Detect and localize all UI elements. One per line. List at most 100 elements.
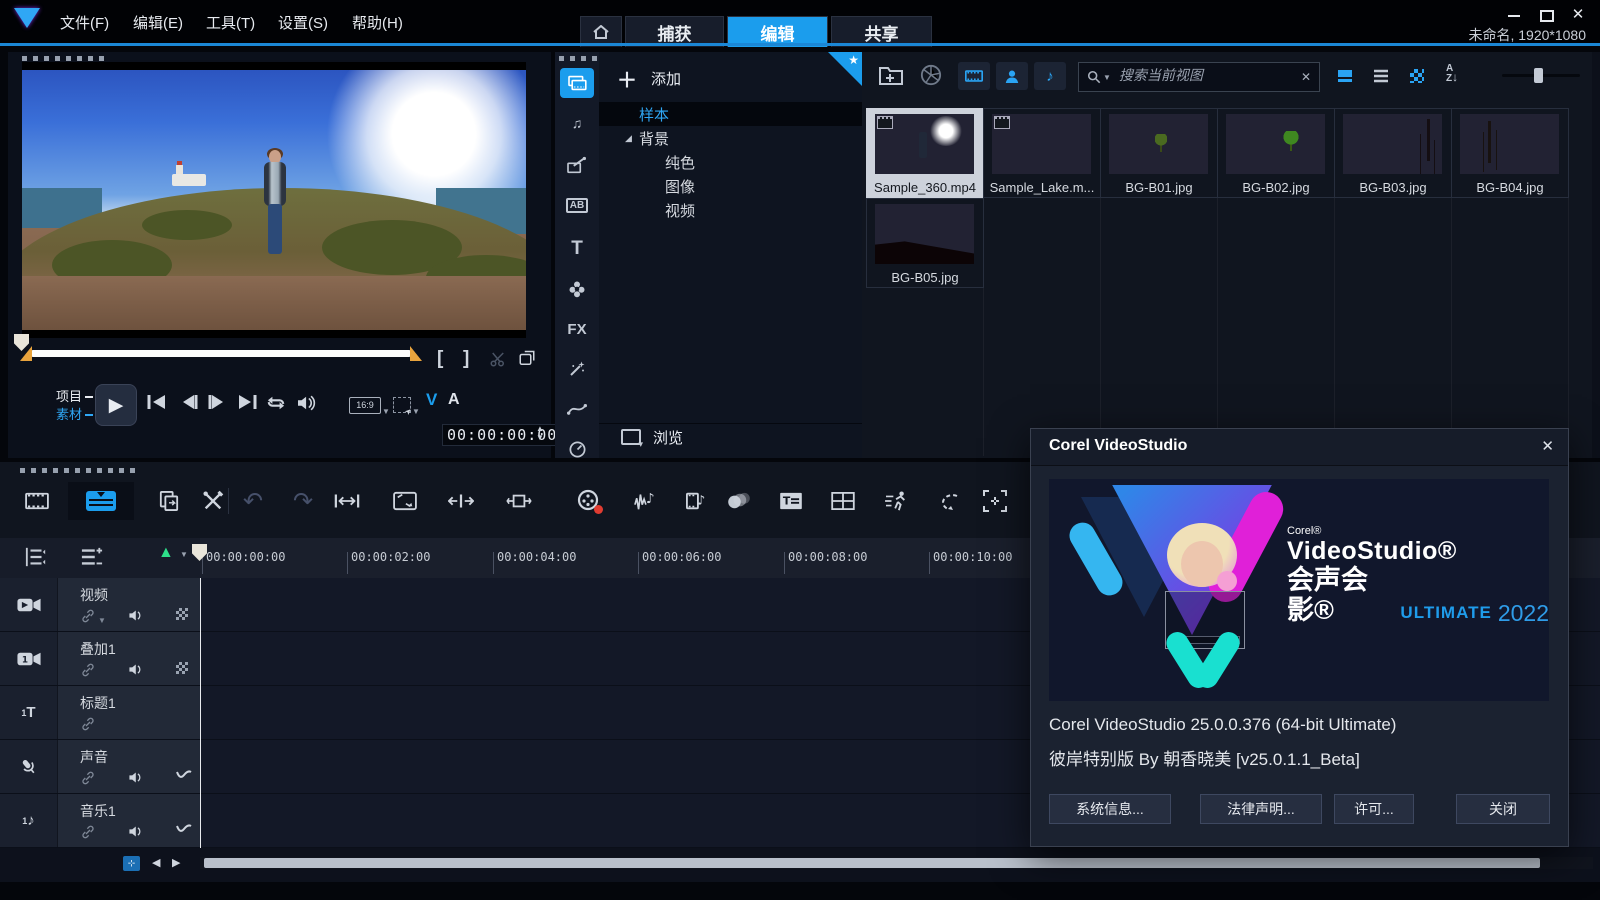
chevron-down-icon[interactable]: ▼: [412, 407, 420, 416]
preview-video[interactable]: [22, 62, 526, 338]
media-item[interactable]: BG-B05.jpg: [866, 198, 984, 288]
record-options-icon[interactable]: [576, 488, 602, 514]
duplicate-icon[interactable]: [156, 488, 182, 514]
filter-video-button[interactable]: [958, 62, 990, 90]
tree-item-video[interactable]: 视频: [599, 198, 862, 222]
browse-row[interactable]: 浏览: [599, 423, 862, 450]
sort-icon[interactable]: AZ↓: [1446, 64, 1458, 83]
scrubber-playhead[interactable]: [14, 334, 29, 351]
import-folder-icon[interactable]: [878, 64, 904, 86]
maximize-icon[interactable]: [1538, 8, 1554, 22]
lasso-selection-icon[interactable]: [936, 488, 962, 514]
voice-track-icon[interactable]: [0, 740, 57, 793]
selection-tool[interactable]: [393, 397, 411, 413]
scroll-left-icon[interactable]: ◀: [152, 856, 160, 869]
tree-item-image[interactable]: 图像: [599, 174, 862, 198]
next-frame-icon[interactable]: [206, 394, 228, 410]
chevron-down-icon[interactable]: ▼: [180, 550, 188, 559]
sound-mixer-icon[interactable]: ♪: [632, 488, 658, 514]
search-input[interactable]: [1117, 68, 1301, 86]
title-track-icon[interactable]: 1T: [0, 686, 57, 739]
aspect-ratio-selector[interactable]: 16:9: [349, 397, 381, 414]
mark-out-button[interactable]: ]: [463, 348, 469, 370]
track-mute-icon[interactable]: [128, 662, 145, 677]
search-box[interactable]: ▼ ✕: [1078, 62, 1320, 92]
blend-modes-icon[interactable]: [726, 488, 752, 514]
scrollbar-thumb[interactable]: [204, 858, 1540, 868]
track-mute-icon[interactable]: [128, 608, 145, 623]
instant-project-icon[interactable]: [560, 150, 594, 180]
go-start-icon[interactable]: [146, 394, 168, 410]
subtitle-editor-icon[interactable]: T: [778, 488, 804, 514]
close-button[interactable]: 关闭: [1456, 794, 1550, 824]
tree-item-sample[interactable]: 样本: [599, 102, 862, 126]
mask-creator-icon[interactable]: [982, 488, 1008, 514]
filter-audio-button[interactable]: ♪: [1034, 62, 1066, 90]
thumbnail-zoom-slider[interactable]: [1502, 74, 1580, 77]
view-scene-button[interactable]: [1330, 62, 1360, 90]
panel-drag-handle[interactable]: [22, 56, 108, 61]
aperture-icon[interactable]: [920, 64, 942, 86]
overlay-track-icon[interactable]: 1: [0, 632, 57, 685]
motion-tracking-icon[interactable]: [884, 488, 910, 514]
play-button[interactable]: ▶: [95, 384, 137, 426]
dialog-titlebar[interactable]: Corel VideoStudio ✕: [1031, 429, 1568, 466]
media-item[interactable]: BG-B04.jpg: [1451, 108, 1569, 198]
scroll-right-icon[interactable]: ▶: [172, 856, 180, 869]
split-screen-template-icon[interactable]: [830, 488, 856, 514]
legal-notice-button[interactable]: 法律声明...: [1200, 794, 1322, 824]
music-track-icon[interactable]: 1♪: [0, 794, 57, 847]
menu-settings[interactable]: 设置(S): [278, 12, 328, 33]
media-library-icon[interactable]: [560, 68, 594, 98]
menu-file[interactable]: 文件(F): [60, 12, 109, 33]
track-header[interactable]: 标题1: [57, 686, 201, 739]
system-info-button[interactable]: 系统信息...: [1049, 794, 1171, 824]
volume-icon[interactable]: [296, 394, 318, 412]
media-item[interactable]: BG-B03.jpg: [1334, 108, 1452, 198]
menu-tools[interactable]: 工具(T): [206, 12, 255, 33]
media-item[interactable]: Sample_Lake.m...: [983, 108, 1101, 198]
filter-photo-button[interactable]: [996, 62, 1028, 90]
track-transparency-icon[interactable]: [176, 662, 188, 674]
track-header[interactable]: 声音: [57, 740, 201, 793]
magic-wand-icon[interactable]: [560, 354, 594, 384]
fit-project-icon[interactable]: [334, 488, 360, 514]
waveform-icon[interactable]: [176, 824, 192, 834]
prev-frame-icon[interactable]: [178, 394, 200, 410]
redo-icon[interactable]: ↷: [290, 488, 316, 514]
menu-help[interactable]: 帮助(H): [352, 12, 403, 33]
project-mode-label[interactable]: 项目: [56, 386, 93, 405]
timeline-view-button[interactable]: [68, 482, 134, 520]
license-button[interactable]: 许可...: [1334, 794, 1414, 824]
track-mute-icon[interactable]: [128, 770, 145, 785]
clear-search-icon[interactable]: ✕: [1301, 70, 1311, 84]
panel-drag-handle[interactable]: [559, 56, 597, 61]
speed-icon[interactable]: [560, 434, 594, 464]
tree-item-solid-color[interactable]: 纯色: [599, 150, 862, 174]
overlay-graphics-icon[interactable]: [560, 274, 594, 304]
view-grid-button[interactable]: [1402, 62, 1432, 90]
chevron-down-icon[interactable]: ▼: [382, 407, 390, 416]
waveform-icon[interactable]: [176, 770, 192, 780]
horizontal-scrollbar[interactable]: [200, 857, 1593, 869]
trim-handle-end[interactable]: [410, 346, 422, 361]
tree-item-background[interactable]: ◢ 背景: [599, 126, 862, 150]
track-header[interactable]: 视频 ▼: [57, 578, 201, 631]
zoom-slider-handle[interactable]: [1534, 68, 1543, 83]
fit-timeline-button[interactable]: ⊹: [123, 856, 140, 871]
enlarge-preview-icon[interactable]: [518, 350, 536, 368]
motion-path-icon[interactable]: [560, 394, 594, 424]
videostudio-mode-button[interactable]: V: [426, 390, 437, 410]
timecode-stepper[interactable]: ▲▼: [536, 424, 544, 442]
music-library-icon[interactable]: ♫: [560, 108, 594, 138]
record-capture-option-icon[interactable]: [392, 488, 418, 514]
title-icon[interactable]: T: [560, 234, 594, 264]
link-icon[interactable]: [80, 824, 96, 840]
audio-mode-button[interactable]: A: [448, 391, 460, 409]
view-list-button[interactable]: [1366, 62, 1396, 90]
media-item[interactable]: Sample_360.mp4: [866, 108, 984, 198]
auto-music-icon[interactable]: ♪: [684, 488, 710, 514]
close-icon[interactable]: ✕: [1541, 437, 1554, 455]
add-remove-track-icon[interactable]: [80, 546, 104, 568]
link-icon[interactable]: [80, 662, 96, 678]
